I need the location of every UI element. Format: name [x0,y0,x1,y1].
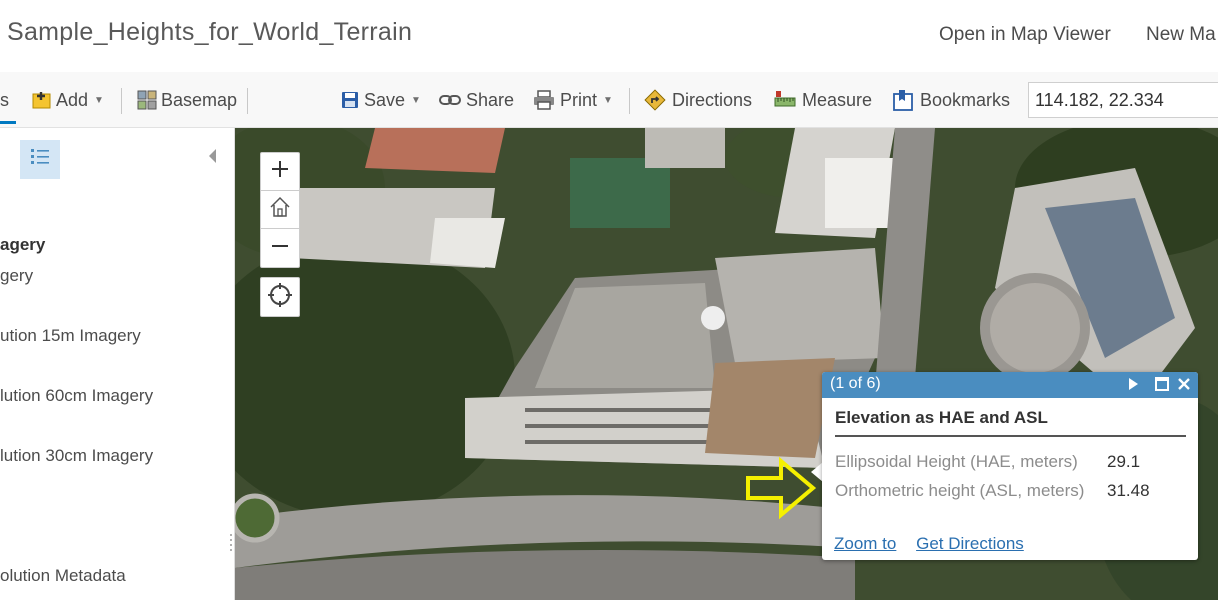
popup-actions: Zoom to Get Directions [834,534,1039,554]
tab-layers[interactable]: s [0,88,9,112]
add-button[interactable]: Add ▼ [32,88,104,112]
popup-counter: (1 of 6) [830,375,881,392]
popup-header: (1 of 6) [822,372,1198,398]
print-button-label: Print [560,89,598,110]
attribute-value: 31.48 [1107,480,1150,500]
zoom-out-button[interactable] [261,229,299,267]
minus-icon [270,236,290,261]
details-pane: agery gery ution 15m Imagery lution 60cm… [0,128,235,600]
printer-icon [532,90,556,110]
attribute-label: Ellipsoidal Height (HAE, meters) [835,451,1078,471]
collapse-pane-icon[interactable] [206,147,218,165]
layer-item[interactable]: lution 30cm Imagery [0,446,153,466]
directions-button-label: Directions [672,89,753,110]
layer-item[interactable]: olution Metadata [0,566,126,586]
new-map-link[interactable]: New Ma [1146,24,1216,46]
save-button[interactable]: Save ▼ [340,88,421,112]
default-extent-button[interactable] [261,191,299,229]
measure-button-label: Measure [802,89,873,110]
ruler-icon [772,90,798,110]
toolbar-divider [247,88,248,114]
share-button-label: Share [466,89,515,110]
feature-popup: (1 of 6) Elevation as HAE and ASL Ellips… [822,372,1198,560]
attribute-table: Ellipsoidal Height (HAE, meters) 29.1 Or… [835,447,1186,505]
share-button[interactable]: Share [438,88,514,112]
bookmark-icon [890,90,916,111]
directions-sign-icon [642,89,668,111]
legend-button[interactable] [20,140,60,179]
app-header: Sample_Heights_for_World_Terrain Open in… [0,0,1218,72]
zoom-to-link[interactable]: Zoom to [834,534,896,553]
bookmarks-button-label: Bookmarks [920,89,1011,110]
add-layer-icon [32,90,52,110]
page-title: Sample_Heights_for_World_Terrain [7,18,413,46]
chevron-down-icon: ▼ [411,94,421,106]
toolbar: s Add ▼ Basemap Save ▼ Share Print ▼ Dir… [0,72,1218,128]
basemap-grid-icon [137,90,157,110]
chevron-down-icon: ▼ [603,94,613,106]
attribute-row: Orthometric height (ASL, meters) 31.48 [835,476,1186,505]
directions-button[interactable]: Directions [642,88,752,112]
popup-title: Elevation as HAE and ASL [835,408,1186,437]
basemap-button-label: Basemap [161,89,238,110]
chevron-down-icon: ▼ [94,94,104,106]
active-tab-indicator [0,121,16,124]
close-icon[interactable] [1176,376,1192,392]
bookmarks-button[interactable]: Bookmarks [890,88,1010,112]
location-search-input[interactable] [1028,82,1218,118]
save-button-label: Save [364,89,406,110]
tab-layers-label: s [0,89,9,110]
next-feature-icon[interactable] [1125,376,1141,392]
plus-icon [270,159,290,184]
crosshair-icon [266,281,294,314]
get-directions-link[interactable]: Get Directions [916,534,1024,553]
save-disk-icon [340,90,360,110]
layer-item[interactable]: lution 60cm Imagery [0,386,153,406]
toolbar-divider [121,88,122,114]
measure-button[interactable]: Measure [772,88,872,112]
basemap-button[interactable]: Basemap [137,88,237,112]
print-button[interactable]: Print ▼ [532,88,613,112]
open-in-map-viewer-link[interactable]: Open in Map Viewer [939,24,1111,46]
pane-resize-handle[interactable] [229,531,233,555]
locate-button[interactable] [260,277,300,317]
attribute-label: Orthometric height (ASL, meters) [835,480,1085,500]
attribute-row: Ellipsoidal Height (HAE, meters) 29.1 [835,447,1186,476]
layer-item[interactable]: gery [0,266,33,286]
home-icon [268,195,292,224]
legend-list-icon [30,147,50,172]
zoom-in-button[interactable] [261,153,299,191]
map-zoom-controls [260,152,300,268]
toolbar-divider [629,88,630,114]
popup-body: Elevation as HAE and ASL Ellipsoidal Hei… [822,398,1198,505]
share-link-icon [438,90,462,110]
layer-item[interactable]: ution 15m Imagery [0,326,141,346]
layer-item[interactable]: agery [0,235,45,255]
maximize-icon[interactable] [1154,376,1170,392]
attribute-value: 29.1 [1107,451,1141,471]
add-button-label: Add [56,89,89,110]
annotation-arrow-icon [746,456,817,520]
